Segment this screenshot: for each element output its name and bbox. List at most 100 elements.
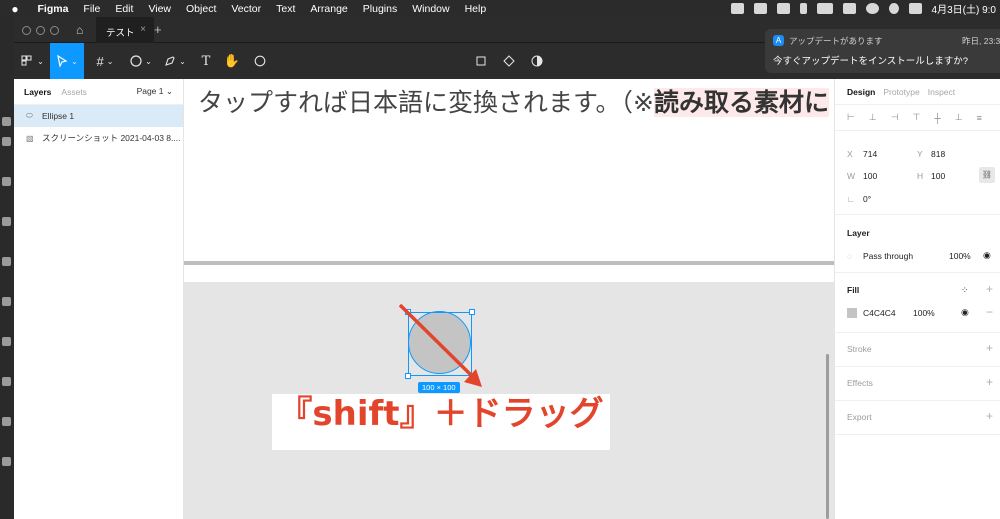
create-component-button[interactable]	[500, 43, 518, 79]
dock-app-icon[interactable]	[2, 217, 11, 226]
pen-tool-button[interactable]: ⌄	[158, 43, 192, 79]
close-window-button[interactable]	[22, 26, 31, 35]
align-top-icon[interactable]: ⊤	[913, 112, 921, 123]
input-method-icon[interactable]	[776, 3, 790, 14]
distribute-icon[interactable]: ≡	[977, 113, 982, 123]
align-bottom-icon[interactable]: ⊥	[955, 112, 963, 123]
fill-swatch[interactable]	[847, 308, 857, 318]
shift-drag-caption: 『shift』＋ドラッグ	[272, 394, 610, 450]
align-center-h-icon[interactable]: ⊥	[869, 112, 877, 123]
main-menu-button[interactable]: ⌄	[14, 43, 50, 79]
dock-app-icon[interactable]	[2, 337, 11, 346]
tab-layers[interactable]: Layers	[24, 87, 51, 97]
tab-assets[interactable]: Assets	[61, 87, 87, 97]
new-tab-button[interactable]: +	[154, 22, 162, 37]
tab-inspect[interactable]: Inspect	[928, 87, 955, 97]
status-area: 4月3日(土) 9:0	[730, 0, 996, 17]
layer-item[interactable]: ▧ スクリーンショット 2021-04-03 8....	[14, 127, 183, 149]
hand-tool-button[interactable]: ✋	[218, 43, 246, 79]
tab-prototype[interactable]: Prototype	[883, 87, 919, 97]
comment-tool-button[interactable]	[246, 43, 274, 79]
style-grid-icon[interactable]: ⁘	[961, 285, 969, 296]
constrain-proportions-icon[interactable]: ⛓	[979, 167, 995, 183]
home-icon[interactable]: ⌂	[76, 23, 83, 37]
blend-mode-select[interactable]: Pass through	[863, 251, 913, 261]
app-store-icon: A	[773, 35, 784, 46]
menu-arrange[interactable]: Arrange	[303, 3, 355, 15]
menu-vector[interactable]: Vector	[224, 3, 269, 15]
fill-hex-input[interactable]: C4C4C4	[863, 308, 896, 318]
eye-icon[interactable]: ◉	[961, 307, 969, 318]
fill-section: Fill ⁘ + C4C4C4 100% ◉ −	[835, 273, 1000, 333]
dock-app-icon[interactable]	[2, 417, 11, 426]
fill-section-title: Fill	[847, 285, 860, 295]
canvas[interactable]: タップすれば日本語に変換されます。（※読み取る素材に 100 × 100 『sh…	[184, 79, 834, 519]
align-right-icon[interactable]: ⊣	[891, 112, 899, 123]
battery-icon[interactable]	[816, 3, 833, 14]
page-selector[interactable]: Page 1 ⌄	[137, 86, 173, 97]
chevron-down-icon: ⌄	[37, 56, 44, 66]
menu-window[interactable]: Window	[405, 3, 457, 15]
dock-app-icon[interactable]	[2, 117, 11, 126]
control-center-icon[interactable]	[908, 3, 922, 14]
fill-opacity-input[interactable]: 100%	[913, 308, 935, 318]
component-toggle-button[interactable]	[472, 43, 490, 79]
close-tab-icon[interactable]: ×	[140, 24, 146, 35]
w-input[interactable]: 100	[863, 171, 877, 181]
rotation-input[interactable]: 0°	[863, 194, 871, 204]
menu-view[interactable]: View	[141, 3, 179, 15]
menu-plugins[interactable]: Plugins	[355, 3, 404, 15]
tab-design[interactable]: Design	[847, 87, 875, 97]
bluetooth-icon[interactable]	[799, 3, 807, 14]
mask-button[interactable]	[528, 43, 546, 79]
chevron-down-icon: ⌄	[71, 56, 78, 66]
menu-file[interactable]: File	[76, 3, 108, 15]
update-notification[interactable]: A アップデートがあります 昨日, 23:32 今すぐアップデートをインストール…	[765, 29, 1000, 73]
add-export-icon[interactable]: +	[986, 409, 993, 423]
apple-icon[interactable]: ●	[0, 2, 30, 16]
clock[interactable]: 4月3日(土) 9:0	[932, 1, 996, 16]
layer-item[interactable]: ⬭ Ellipse 1	[14, 105, 183, 127]
w-label: W	[847, 171, 856, 181]
x-input[interactable]: 714	[863, 149, 877, 159]
wifi-icon[interactable]	[842, 3, 856, 14]
shape-tool-button[interactable]: ⌄	[124, 43, 158, 79]
notification-message: 今すぐアップデートをインストールしますか?	[773, 56, 969, 67]
tab-file[interactable]: テスト ×	[96, 17, 154, 43]
effects-section-title: Effects	[847, 378, 873, 388]
add-effect-icon[interactable]: +	[986, 375, 993, 389]
position-section: X 714 Y 818 W 100 H 100 ∟ 0°	[835, 131, 1000, 215]
menu-app-figma[interactable]: Figma	[30, 3, 76, 15]
chevron-down-icon: ⌄	[145, 56, 152, 66]
layer-section-title: Layer	[847, 228, 870, 238]
dock-app-icon[interactable]	[2, 257, 11, 266]
dock-app-icon[interactable]	[2, 457, 11, 466]
h-input[interactable]: 100	[931, 171, 945, 181]
dock-app-icon[interactable]	[2, 377, 11, 386]
y-input[interactable]: 818	[931, 149, 945, 159]
eye-icon[interactable]: ◉	[983, 250, 991, 261]
zoom-window-button[interactable]	[50, 26, 59, 35]
screen-record-icon[interactable]	[753, 3, 767, 14]
frame-tool-button[interactable]: # ⌄	[88, 43, 122, 79]
search-icon[interactable]	[888, 3, 899, 14]
align-center-v-icon[interactable]: ┼	[934, 113, 940, 123]
user-icon[interactable]	[865, 3, 879, 14]
minimize-window-button[interactable]	[36, 26, 45, 35]
layer-opacity-input[interactable]: 100%	[949, 251, 971, 261]
canvas-scrollbar[interactable]	[826, 354, 829, 519]
menu-object[interactable]: Object	[179, 3, 224, 15]
dock-app-icon[interactable]	[2, 297, 11, 306]
remove-fill-icon[interactable]: −	[986, 305, 993, 319]
dock-app-icon[interactable]	[2, 177, 11, 186]
move-tool-button[interactable]: ⌄	[50, 43, 84, 79]
menu-text[interactable]: Text	[269, 3, 303, 15]
add-fill-icon[interactable]: +	[986, 282, 993, 296]
add-stroke-icon[interactable]: +	[986, 341, 993, 355]
dock-app-icon[interactable]	[2, 137, 11, 146]
menu-help[interactable]: Help	[457, 3, 494, 15]
text-tool-button[interactable]: T	[192, 43, 220, 79]
clipboard-icon[interactable]	[730, 3, 744, 14]
align-left-icon[interactable]: ⊢	[847, 112, 855, 123]
menu-edit[interactable]: Edit	[108, 3, 141, 15]
